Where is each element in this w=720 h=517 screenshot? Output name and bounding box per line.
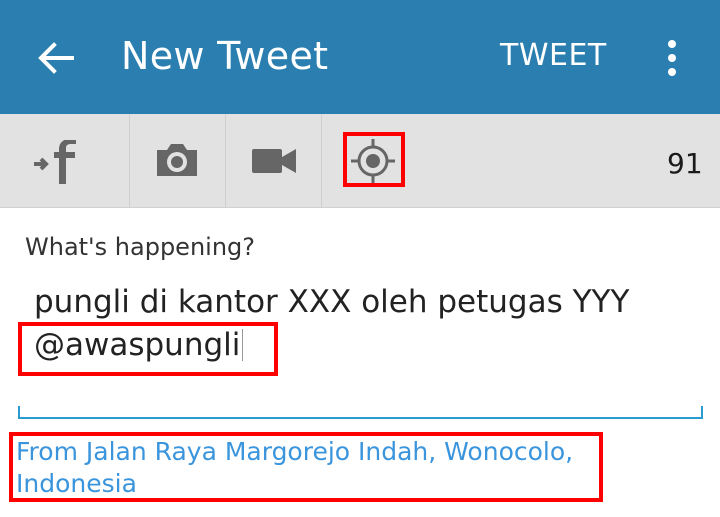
character-counter: 91 [667,147,703,180]
camera-icon [157,144,197,176]
facebook-share-button[interactable] [0,114,130,208]
camera-button[interactable] [130,114,226,208]
mention-highlight [18,322,278,376]
tweet-text-line-1: pungli di kantor XXX oleh petugas YYY [34,284,630,320]
video-camera-icon [252,149,296,173]
video-button[interactable] [226,114,322,208]
back-arrow-icon[interactable] [36,38,76,78]
app-bar: New Tweet TWEET [0,0,720,114]
compose-label: What's happening? [25,233,256,261]
input-underline [18,406,703,419]
tweet-button[interactable]: TWEET [500,38,607,73]
location-button-highlight [343,132,405,187]
page-title: New Tweet [121,34,329,78]
facebook-share-icon [34,140,76,184]
more-vertical-icon[interactable] [660,38,684,78]
location-text-highlight [9,432,603,502]
